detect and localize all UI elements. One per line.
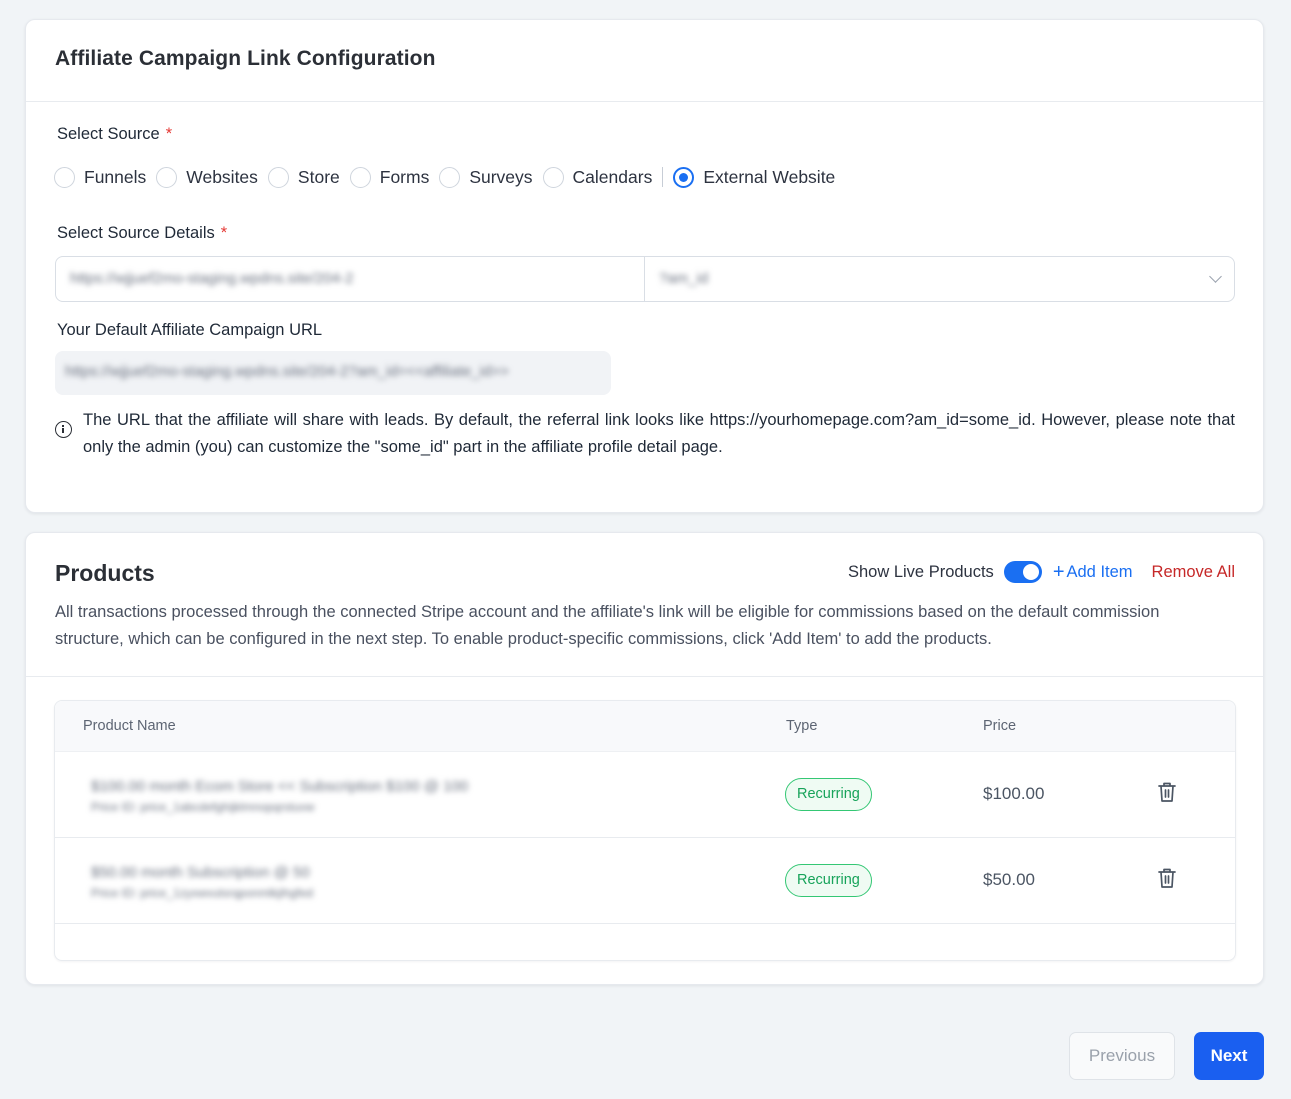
column-header-type: Type (786, 718, 818, 734)
add-item-button[interactable]: + Add Item (1052, 561, 1133, 583)
type-badge: Recurring (785, 864, 872, 897)
radio-surveys[interactable]: Surveys (439, 166, 533, 188)
default-url-label: Your Default Affiliate Campaign URL (57, 321, 323, 339)
show-live-products-toggle[interactable] (1003, 561, 1042, 583)
radio-forms[interactable]: Forms (349, 166, 429, 188)
radio-funnels[interactable]: Funnels (54, 166, 146, 188)
source-url-input[interactable]: https://wjjuef2mo-staging.wpdns.site/204… (56, 257, 645, 301)
table-header: Product Name Type Price (55, 701, 1235, 752)
next-button[interactable]: Next (1194, 1032, 1264, 1080)
product-name: $100.00 month Ecom Store << Subscription… (91, 778, 469, 795)
radio-store[interactable]: Store (267, 166, 340, 188)
products-card: Products Show Live Products + Add Item R… (25, 532, 1264, 985)
plus-icon: + (1052, 561, 1065, 583)
products-actions: Show Live Products + Add Item Remove All (848, 561, 1235, 583)
radio-circle-checked[interactable] (673, 166, 695, 188)
product-name: $50.00 month Subscription @ 50 (91, 864, 310, 881)
radio-circle[interactable] (542, 166, 564, 188)
required-mark: * (220, 224, 228, 242)
source-details-input-group: https://wjjuef2mo-staging.wpdns.site/204… (55, 256, 1235, 302)
radio-circle[interactable] (267, 166, 289, 188)
type-badge: Recurring (785, 778, 872, 811)
radio-circle[interactable] (54, 166, 75, 188)
radio-calendars[interactable]: Calendars (542, 166, 652, 188)
product-price-id: Price ID: price_1zyxwvutsrqponmlkjihgfed (91, 886, 314, 900)
products-title: Products (55, 560, 155, 586)
product-price: $50.00 (983, 870, 1035, 889)
radio-circle[interactable] (349, 166, 371, 188)
products-card-header: Products Show Live Products + Add Item R… (26, 533, 1263, 677)
remove-all-button[interactable]: Remove All (1152, 563, 1235, 582)
info-text: The URL that the affiliate will share wi… (83, 411, 1235, 456)
column-header-product-name: Product Name (83, 718, 176, 734)
show-live-products-label: Show Live Products (847, 562, 994, 581)
source-details-label: Select Source Details * (57, 224, 228, 242)
select-source-label: Select Source * (57, 125, 173, 143)
campaign-config-card: Affiliate Campaign Link Configuration Se… (25, 19, 1264, 513)
products-description: All transactions processed through the c… (55, 603, 1160, 648)
info-note: The URL that the affiliate will share wi… (55, 407, 1235, 461)
config-card-header: Affiliate Campaign Link Configuration (26, 20, 1263, 102)
config-card-title: Affiliate Campaign Link Configuration (55, 47, 436, 70)
radio-websites[interactable]: Websites (156, 166, 258, 188)
trash-icon[interactable] (1157, 781, 1177, 803)
products-table: Product Name Type Price $100.00 month Ec… (54, 700, 1236, 961)
radio-circle[interactable] (439, 166, 461, 188)
default-campaign-url-field[interactable]: https://wjjuef2mo-staging.wpdns.site/204… (55, 351, 611, 395)
column-header-price: Price (983, 718, 1017, 734)
chevron-down-icon (1209, 270, 1222, 283)
required-mark: * (165, 125, 173, 143)
radio-divider (662, 167, 664, 187)
radio-external-website[interactable]: External Website (673, 166, 835, 188)
radio-circle[interactable] (156, 166, 178, 188)
trash-icon[interactable] (1157, 867, 1177, 889)
source-radio-group: Funnels Websites Store Forms Surveys Cal… (54, 164, 845, 190)
table-row: $100.00 month Ecom Store << Subscription… (55, 752, 1235, 838)
product-price-id: Price ID: price_1abcdefghijklmnopqrstuvw (91, 800, 315, 814)
query-param-select[interactable]: ?am_id (645, 257, 1234, 301)
product-price: $100.00 (983, 784, 1045, 803)
info-icon (55, 421, 72, 438)
previous-button[interactable]: Previous (1069, 1032, 1175, 1080)
table-row: $50.00 month Subscription @ 50 Price ID:… (55, 838, 1235, 924)
